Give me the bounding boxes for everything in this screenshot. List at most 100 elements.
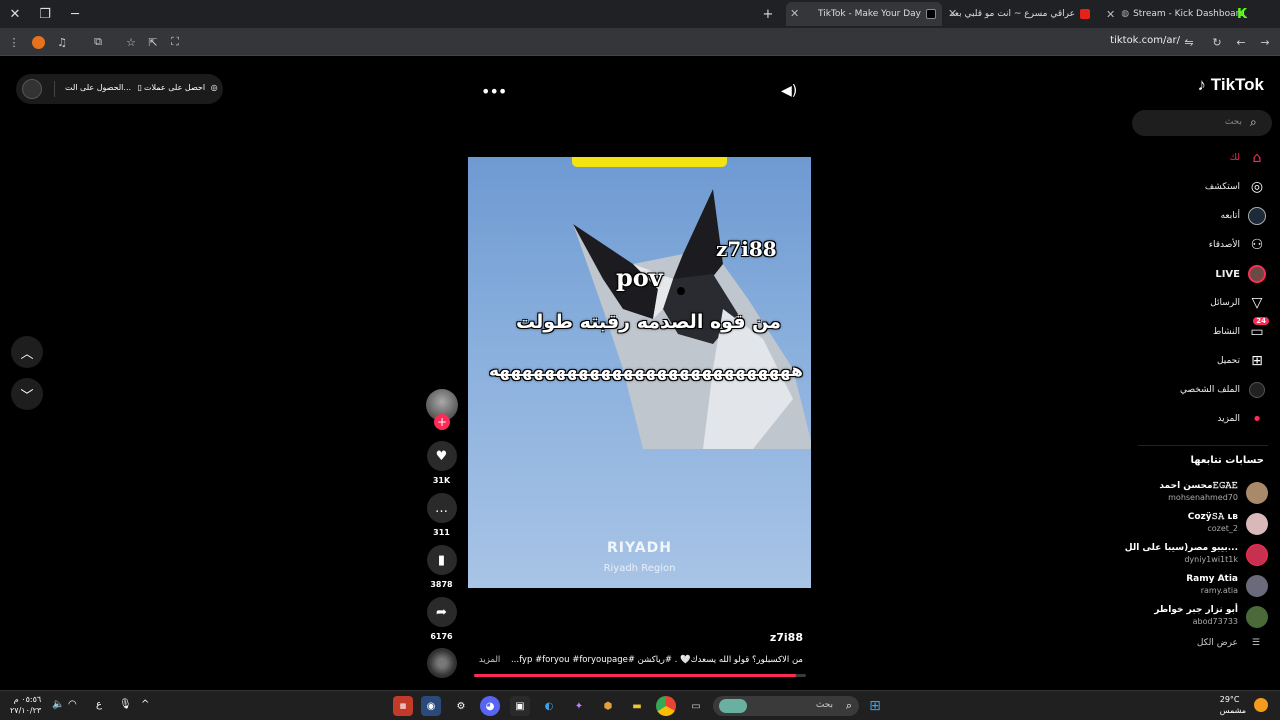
- see-all-label: عرض الكل: [1196, 638, 1238, 648]
- discord-icon[interactable]: ◕: [480, 696, 500, 716]
- account-item[interactable]: أبو نزار جبر خواطر abod73733: [1128, 604, 1268, 632]
- video-caption: من الاكسبلور؟ قولو الله يسعدك🤍 . #رياكشن…: [479, 655, 803, 665]
- edge-icon[interactable]: ◐: [539, 696, 559, 716]
- file-explorer-icon[interactable]: ▬: [627, 696, 647, 716]
- site-settings-icon[interactable]: ⇋: [1181, 34, 1197, 50]
- live-icon: [1248, 265, 1266, 283]
- location-watermark: RIYADH: [607, 540, 672, 556]
- volume-tray-icon[interactable]: 🔈: [52, 699, 64, 710]
- package-icon[interactable]: ⬢: [598, 696, 618, 716]
- task-app-icon[interactable]: ⚙: [451, 696, 471, 716]
- nav-upload[interactable]: تحميل ⊞: [1136, 350, 1266, 372]
- reload-icon[interactable]: ↻: [1209, 34, 1225, 50]
- tab-kick[interactable]: ✕ ◍ Stream - Kick Dashboard: [1100, 2, 1252, 26]
- follow-plus-icon[interactable]: +: [434, 414, 450, 430]
- search-icon[interactable]: ⌕: [1250, 115, 1266, 131]
- tiktok-logo[interactable]: ♪ TikTok: [1198, 75, 1264, 95]
- nav-friends[interactable]: الأصدقاء ⚇: [1136, 234, 1266, 256]
- account-item[interactable]: بيبو مصر(سيبا على الل... dyniy1wi1t1k: [1125, 542, 1268, 570]
- nav-more[interactable]: المزيد •: [1136, 408, 1266, 430]
- bookmark-star-icon[interactable]: ☆: [123, 34, 139, 50]
- get-app-link[interactable]: الحصول على الت... ▯: [65, 83, 142, 92]
- overlay-line2-text: هههههههههههههههههههههههههههه: [489, 361, 803, 381]
- window-icon[interactable]: ▭: [686, 696, 706, 716]
- tab-close-icon[interactable]: ✕: [948, 7, 957, 20]
- taskbar-search-input[interactable]: بحث ⌕: [713, 696, 859, 716]
- nav-label: الرسائل: [1210, 298, 1240, 308]
- like-button[interactable]: ♥ 31K: [425, 441, 458, 485]
- account-username: abod73733: [1192, 617, 1238, 626]
- language-indicator[interactable]: ع: [96, 699, 102, 710]
- microphone-icon[interactable]: 🎙: [119, 699, 132, 710]
- nav-profile[interactable]: الملف الشخصي: [1136, 379, 1266, 401]
- extensions-icon[interactable]: ⧉: [90, 34, 106, 50]
- forward-icon[interactable]: ←: [1233, 34, 1249, 50]
- nav-for-you[interactable]: لك ⌂: [1136, 147, 1266, 169]
- previous-video-button[interactable]: ︿: [11, 336, 43, 368]
- account-item[interactable]: محسن احمد𝙴𝙶𝙰𝙴 mohsenahmed70: [1128, 480, 1268, 508]
- media-control-icon[interactable]: ♫: [54, 34, 70, 50]
- nav-explore[interactable]: استكشف ◎: [1136, 176, 1266, 198]
- store-icon[interactable]: ▣: [510, 696, 530, 716]
- user-avatar[interactable]: [22, 79, 42, 99]
- see-all-link[interactable]: عرض الكل ☰: [1197, 638, 1260, 648]
- kick-extension-icon[interactable]: K: [1232, 4, 1252, 24]
- friends-icon: ⚇: [1250, 237, 1264, 253]
- account-item[interactable]: Ramy Atia ramy.atia: [1128, 573, 1268, 601]
- translate-icon[interactable]: ⛶: [167, 34, 183, 50]
- volume-icon[interactable]: ◀): [781, 83, 797, 99]
- nav-following[interactable]: أتابعه: [1136, 205, 1266, 227]
- share-icon[interactable]: ⇱: [145, 34, 161, 50]
- copilot-icon[interactable]: ✦: [569, 696, 589, 716]
- tab-youtube[interactable]: عراقي مسرع ~ انت مو قلبي بعد ✕: [944, 2, 1096, 26]
- account-item[interactable]: Cozÿ𝚂𝙰 ʟʙ cozet_2: [1128, 511, 1268, 539]
- search-input[interactable]: بحث ⌕: [1132, 110, 1272, 136]
- avatar: [1246, 513, 1268, 535]
- chevron-up-icon[interactable]: ^: [141, 699, 149, 710]
- home-icon: ⌂: [1252, 150, 1262, 166]
- tab-close-icon[interactable]: ✕: [1106, 8, 1115, 21]
- steam-icon[interactable]: ◉: [421, 696, 441, 716]
- more-options-icon[interactable]: •••: [481, 82, 507, 101]
- save-button[interactable]: ▮ 3878: [425, 545, 458, 589]
- video-author[interactable]: z7i88: [770, 631, 803, 644]
- restore-window-icon[interactable]: ❐: [35, 4, 55, 24]
- comment-button[interactable]: … 311: [425, 493, 458, 537]
- more-link[interactable]: المزيد: [479, 655, 500, 665]
- get-coins-link[interactable]: احصل على عملات ◎: [144, 83, 218, 92]
- search-icon: ⌕: [845, 699, 852, 712]
- weather-widget[interactable]: 29°C مشمس: [1220, 694, 1246, 716]
- nav-messages[interactable]: الرسائل ▽: [1136, 292, 1266, 314]
- account-username: mohsenahmed70: [1168, 493, 1238, 502]
- app-icon[interactable]: ▦: [393, 696, 413, 716]
- chrome-icon[interactable]: [656, 696, 676, 716]
- clock[interactable]: ٠٥:٥٦ م ٢٧/١٠/٢٣: [10, 694, 41, 716]
- tab-tiktok[interactable]: TikTok - Make Your Day ✕: [786, 2, 942, 26]
- back-icon[interactable]: →: [1257, 34, 1273, 50]
- profile-avatar-icon[interactable]: [30, 34, 46, 50]
- address-bar: ⋮ ♫ ⧉ ☆ ⇱ ⛶ tiktok.com/ar/ ⇋ ↻ ← →: [0, 28, 1280, 56]
- temperature: 29°C: [1219, 695, 1240, 704]
- compass-icon: ◎: [1250, 179, 1264, 195]
- nav-label: LIVE: [1215, 268, 1240, 280]
- wifi-icon[interactable]: ◠: [68, 699, 77, 710]
- list-icon: ☰: [1251, 638, 1260, 648]
- video-player[interactable]: z7i88 pov من قوه الصدمه رقبته طولت ههههه…: [468, 157, 811, 588]
- share-button[interactable]: ➦ 6176: [425, 597, 458, 641]
- sidebar: ♪ TikTok بحث ⌕ لك ⌂ استكشف ◎ أتابعه الأص…: [1125, 57, 1280, 690]
- nav-activity[interactable]: النشاط ▭ 24: [1136, 317, 1269, 343]
- new-tab-button[interactable]: +: [758, 4, 778, 24]
- clock-time: ٠٥:٥٦ م: [13, 695, 42, 704]
- overlay-line1-text: من قوه الصدمه رقبته طولت: [516, 311, 781, 333]
- url-field[interactable]: tiktok.com/ar/: [1110, 35, 1180, 46]
- menu-dots-icon[interactable]: ⋮: [6, 34, 22, 50]
- minimize-window-icon[interactable]: ─: [65, 4, 85, 24]
- tab-close-icon[interactable]: ✕: [790, 7, 799, 20]
- close-window-icon[interactable]: ✕: [5, 4, 25, 24]
- account-username: ramy.atia: [1200, 586, 1238, 595]
- next-video-button[interactable]: ﹀: [11, 378, 43, 410]
- nav-live[interactable]: LIVE: [1136, 263, 1266, 285]
- video-progress-bar[interactable]: [474, 674, 806, 677]
- music-disc-icon[interactable]: [427, 648, 457, 678]
- windows-start-icon[interactable]: ⊞: [865, 696, 885, 716]
